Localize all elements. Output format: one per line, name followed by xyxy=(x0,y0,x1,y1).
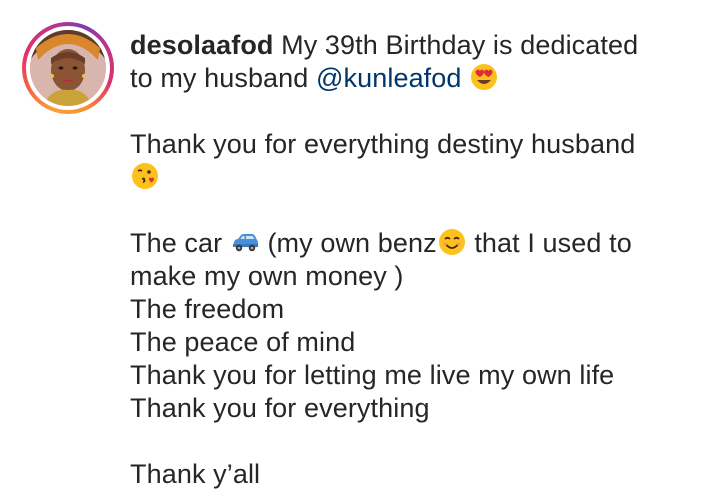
caption-line: make my own money ) xyxy=(130,261,404,291)
caption-line: to my husband @kunleafod xyxy=(130,62,690,95)
username-link[interactable]: desolaafod xyxy=(130,30,274,60)
mention-link[interactable]: @kunleafod xyxy=(316,63,462,93)
caption-line: Thank you for everything destiny husband xyxy=(130,129,636,159)
caption-text: The car xyxy=(130,228,230,258)
caption-line: Thank you for letting me live my own lif… xyxy=(130,360,615,390)
car-icon xyxy=(230,227,260,257)
caption-line: The freedom xyxy=(130,294,285,324)
caption-line: Thank y’all xyxy=(130,459,261,489)
caption-line: Thank you for everything xyxy=(130,393,430,423)
caption-text: to my husband xyxy=(130,63,317,93)
avatar[interactable] xyxy=(30,30,106,106)
avatar-photo xyxy=(30,30,106,106)
caption-text: My 39th Birthday is dedicated xyxy=(273,30,639,60)
caption-line: The car (my own benz that I used to xyxy=(130,227,690,260)
caption-text: (my own benz xyxy=(259,228,437,258)
face-blowing-kiss-icon xyxy=(130,161,160,191)
caption-line xyxy=(130,161,690,194)
caption-line: The peace of mind xyxy=(130,327,356,357)
caption-text: that I used to xyxy=(466,228,632,258)
avatar-ring-gap xyxy=(26,26,110,110)
heart-eyes-icon xyxy=(469,62,499,92)
caption-line: desolaafod My 39th Birthday is dedicated xyxy=(130,29,690,62)
post-caption: desolaafod My 39th Birthday is dedicated… xyxy=(130,29,690,491)
smiling-face-icon xyxy=(437,227,467,257)
avatar-story-ring[interactable] xyxy=(22,22,114,114)
